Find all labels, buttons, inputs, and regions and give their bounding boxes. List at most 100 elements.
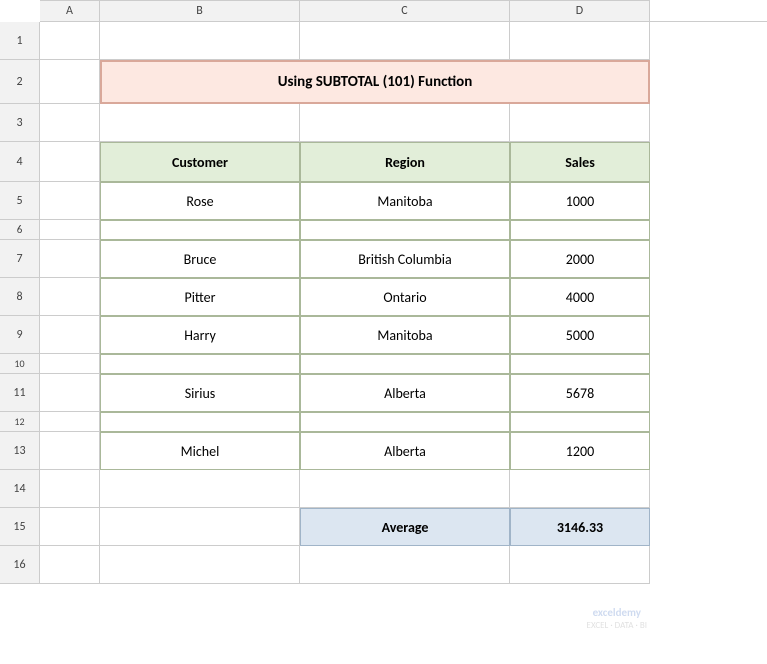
cell-4a xyxy=(40,142,100,182)
row-num-8: 8 xyxy=(0,278,40,316)
cell-7c: British Columbia xyxy=(300,240,510,278)
header-sales: Sales xyxy=(510,142,650,182)
row-13: 13 Michel Alberta 1200 xyxy=(0,432,767,470)
cell-11a xyxy=(40,374,100,412)
cell-12a xyxy=(40,412,100,432)
row-5: 5 Rose Manitoba 1000 xyxy=(0,182,767,220)
cell-7d: 2000 xyxy=(510,240,650,278)
cell-10b xyxy=(100,354,300,374)
row-4: 4 Customer Region Sales xyxy=(0,142,767,182)
row-num-11: 11 xyxy=(0,374,40,412)
cell-13a xyxy=(40,432,100,470)
title-cell: Using SUBTOTAL (101) Function xyxy=(100,60,650,104)
cell-5b: Rose xyxy=(100,182,300,220)
cell-11d: 5678 xyxy=(510,374,650,412)
row-15: 15 Average 3146.33 xyxy=(0,508,767,546)
cell-16b xyxy=(100,546,300,584)
column-headers: A B C D xyxy=(40,0,767,22)
row-12: 12 xyxy=(0,412,767,432)
row-num-12: 12 xyxy=(0,412,40,432)
rows-container: 1 2 Using SUBTOTAL (101) Function 3 4 Cu… xyxy=(0,22,767,584)
cell-14b xyxy=(100,470,300,508)
col-header-d: D xyxy=(510,0,650,21)
cell-8b: Pitter xyxy=(100,278,300,316)
cell-16c xyxy=(300,546,510,584)
cell-16d xyxy=(510,546,650,584)
cell-5a xyxy=(40,182,100,220)
row-num-10: 10 xyxy=(0,354,40,374)
cell-10a xyxy=(40,354,100,374)
cell-1c xyxy=(300,22,510,60)
cell-14c xyxy=(300,470,510,508)
cell-13d: 1200 xyxy=(510,432,650,470)
row-8: 8 Pitter Ontario 4000 xyxy=(0,278,767,316)
row-10: 10 xyxy=(0,354,767,374)
cell-14d xyxy=(510,470,650,508)
cell-11b: Sirius xyxy=(100,374,300,412)
average-value: 3146.33 xyxy=(510,508,650,546)
cell-7a xyxy=(40,240,100,278)
row-2: 2 Using SUBTOTAL (101) Function xyxy=(0,60,767,104)
row-num-3: 3 xyxy=(0,104,40,142)
cell-8a xyxy=(40,278,100,316)
row-num-4: 4 xyxy=(0,142,40,182)
cell-5c: Manitoba xyxy=(300,182,510,220)
cell-6b xyxy=(100,220,300,240)
cell-12c xyxy=(300,412,510,432)
cell-9d: 5000 xyxy=(510,316,650,354)
cell-9a xyxy=(40,316,100,354)
cell-3b xyxy=(100,104,300,142)
cell-3a xyxy=(40,104,100,142)
cell-8c: Ontario xyxy=(300,278,510,316)
row-num-2: 2 xyxy=(0,60,40,104)
cell-15a xyxy=(40,508,100,546)
watermark-logo: exceldemy xyxy=(587,606,647,620)
row-num-6: 6 xyxy=(0,220,40,240)
col-header-a: A xyxy=(40,0,100,21)
col-header-c: C xyxy=(300,0,510,21)
cell-13b: Michel xyxy=(100,432,300,470)
cell-12d xyxy=(510,412,650,432)
cell-7b: Bruce xyxy=(100,240,300,278)
row-num-13: 13 xyxy=(0,432,40,470)
row-num-15: 15 xyxy=(0,508,40,546)
cell-9c: Manitoba xyxy=(300,316,510,354)
cell-9b: Harry xyxy=(100,316,300,354)
header-region: Region xyxy=(300,142,510,182)
cell-8d: 4000 xyxy=(510,278,650,316)
cell-12b xyxy=(100,412,300,432)
row-6: 6 xyxy=(0,220,767,240)
cell-2a xyxy=(40,60,100,104)
watermark-tagline: EXCEL · DATA · BI xyxy=(587,620,647,632)
cell-11c: Alberta xyxy=(300,374,510,412)
spreadsheet: A B C D 1 2 Using SUBTOTAL (101) Functio… xyxy=(0,0,767,664)
row-11: 11 Sirius Alberta 5678 xyxy=(0,374,767,412)
row-num-5: 5 xyxy=(0,182,40,220)
average-label: Average xyxy=(300,508,510,546)
row-14: 14 xyxy=(0,470,767,508)
header-customer: Customer xyxy=(100,142,300,182)
cell-14a xyxy=(40,470,100,508)
row-num-16: 16 xyxy=(0,546,40,584)
cell-1d xyxy=(510,22,650,60)
col-header-b: B xyxy=(100,0,300,21)
row-1: 1 xyxy=(0,22,767,60)
cell-1a xyxy=(40,22,100,60)
cell-3c xyxy=(300,104,510,142)
cell-6a xyxy=(40,220,100,240)
row-num-7: 7 xyxy=(0,240,40,278)
cell-16a xyxy=(40,546,100,584)
row-7: 7 Bruce British Columbia 2000 xyxy=(0,240,767,278)
row-3: 3 xyxy=(0,104,767,142)
cell-1b xyxy=(100,22,300,60)
cell-10d xyxy=(510,354,650,374)
cell-15b xyxy=(100,508,300,546)
row-num-9: 9 xyxy=(0,316,40,354)
row-num-14: 14 xyxy=(0,470,40,508)
row-9: 9 Harry Manitoba 5000 xyxy=(0,316,767,354)
cell-10c xyxy=(300,354,510,374)
row-num-1: 1 xyxy=(0,22,40,60)
cell-13c: Alberta xyxy=(300,432,510,470)
watermark: exceldemy EXCEL · DATA · BI xyxy=(587,606,647,632)
row-16: 16 xyxy=(0,546,767,584)
